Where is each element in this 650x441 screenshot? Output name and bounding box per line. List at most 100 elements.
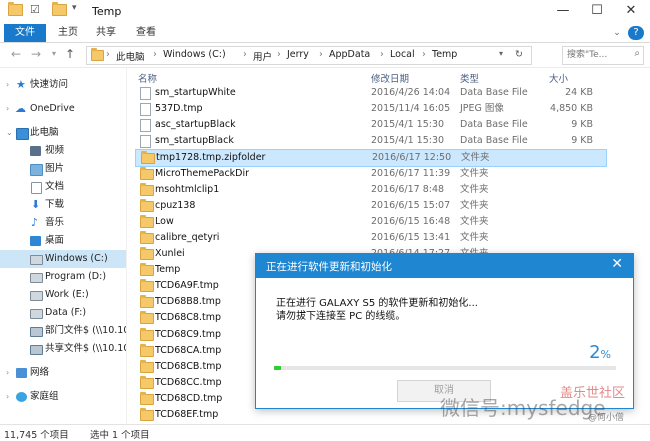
expand-ribbon-icon[interactable]: ⌄ [610,24,624,42]
sidebar-item-quick-access[interactable]: › ★ 快速访问 [0,76,126,94]
sidebar-item-music[interactable]: ♪ 音乐 [0,214,126,232]
forward-arrow-icon[interactable]: → [28,46,44,62]
close-icon[interactable]: ✕ [611,256,623,272]
new-folder-icon[interactable] [52,2,67,17]
file-type: 文件夹 [461,152,490,164]
file-type: 文件夹 [460,167,489,179]
refresh-icon[interactable]: ↻ [515,49,523,60]
customize-qat-icon[interactable]: ▾ [72,3,85,16]
minimize-icon[interactable]: — [546,0,580,22]
network-drive-icon [30,345,43,355]
sidebar-item-work-e[interactable]: Work (E:) [0,286,126,304]
column-header-name[interactable]: 名称 [138,71,157,85]
file-row[interactable]: asc_startupBlack 2015/4/1 15:30 Data Base … [135,117,605,133]
chevron-right-icon[interactable]: › [6,76,9,94]
breadcrumb-this-pc[interactable]: 此电脑 [116,49,145,63]
file-date: 2016/6/17 12:50 [372,152,452,164]
file-row[interactable]: calibre_qetyri 2016/6/15 13:41 文件夹 [135,230,605,246]
sidebar-item-data-f[interactable]: Data (F:) [0,304,126,322]
search-box[interactable]: ⌕ [562,46,644,65]
tab-share[interactable]: 共享 [92,24,120,42]
file-name: TCD68CA.tmp [155,344,222,356]
sidebar-item-homegroup[interactable]: › 家庭组 [0,388,126,406]
sidebar-item-label: 家庭组 [30,391,59,402]
close-icon[interactable]: ✕ [614,0,648,22]
sidebar-item-videos[interactable]: 视频 [0,142,126,160]
music-icon: ♪ [31,216,39,229]
file-row[interactable]: MicroThemePackDir 2016/6/17 11:39 文件夹 [135,166,605,182]
search-icon[interactable]: ⌕ [634,48,640,59]
chevron-right-icon[interactable]: › [6,100,9,118]
file-row[interactable]: sm_startupBlack 2015/4/1 15:30 Data Base F… [135,133,605,149]
tab-view[interactable]: 查看 [132,24,160,42]
back-arrow-icon[interactable]: ← [8,46,24,62]
file-name: TCD68CC.tmp [155,376,222,388]
sidebar-item-label: 图片 [45,163,65,174]
recent-locations-icon[interactable]: ▾ [46,46,62,62]
file-date: 2016/6/15 15:07 [371,199,451,211]
chevron-right-icon[interactable]: › [6,388,9,406]
sidebar-item-downloads[interactable]: ⬇ 下载 [0,196,126,214]
progress-percent-sign: % [600,348,611,361]
tab-home[interactable]: 主页 [54,24,82,42]
sidebar-item-label: Data (F:) [45,307,87,318]
chevron-right-icon[interactable]: › [6,364,9,382]
drive-icon [30,291,43,301]
file-row[interactable]: Low 2016/6/15 16:48 文件夹 [135,214,605,230]
column-header-date[interactable]: 修改日期 [371,71,409,85]
sidebar-item-documents[interactable]: 文档 [0,178,126,196]
sidebar-item-network[interactable]: › 网络 [0,364,126,382]
sidebar-item-label: 快速访问 [30,79,69,90]
file-name: TCD6A9F.tmp [155,280,219,292]
sidebar-item-label: 文档 [45,181,65,192]
file-size: 4,850 KB [550,103,593,115]
cancel-button[interactable]: 取消 [397,380,491,402]
breadcrumb-temp[interactable]: Temp [432,49,457,60]
breadcrumb-separator-icon: › [277,49,281,60]
sidebar-item-program-d[interactable]: Program (D:) [0,268,126,286]
sidebar-item-desktop[interactable]: 桌面 [0,232,126,250]
file-row[interactable]: TCD68EF.tmp [135,407,605,423]
sidebar-item-windows-c[interactable]: Windows (C:) [0,250,126,268]
sidebar-item-label: 此电脑 [30,127,59,138]
search-input[interactable] [563,47,629,62]
sidebar-item-label: 视频 [45,145,65,156]
up-arrow-icon[interactable]: ↑ [62,46,78,62]
file-name: TCD68C9.tmp [155,328,221,340]
documents-icon [31,182,42,194]
progress-bar-fill [274,366,281,370]
properties-check-icon[interactable]: ☑ [30,3,43,16]
file-row[interactable]: msohtmlclip1 2016/6/17 8:48 文件夹 [135,182,605,198]
chevron-down-icon[interactable]: ⌄ [6,124,13,142]
sidebar-item-onedrive[interactable]: › ☁ OneDrive [0,100,126,118]
address-dropdown-icon[interactable]: ▾ [499,49,503,58]
breadcrumb-jerry[interactable]: Jerry [287,49,309,60]
file-name: TCD68EF.tmp [155,409,219,420]
file-size: 24 KB [565,87,593,98]
breadcrumb-separator-icon: › [153,49,157,60]
tab-file[interactable]: 文件 [4,24,46,42]
column-header-type[interactable]: 类型 [460,71,479,85]
file-row[interactable]: 537D.tmp 2015/11/4 16:05 JPEG 图像 4,850 KB [135,101,605,117]
sidebar-item-shared-share[interactable]: 共享文件$ (\\10.10 [0,340,126,358]
sidebar-item-label: 共享文件$ (\\10.10 [45,343,127,354]
breadcrumb-windows-c[interactable]: Windows (C:) [163,49,226,60]
help-icon[interactable]: ? [628,26,644,40]
breadcrumb-appdata[interactable]: AppData [329,49,370,60]
sidebar-item-pictures[interactable]: 图片 [0,160,126,178]
video-icon [30,146,41,156]
status-bar: 11,745 个项目 选中 1 个项目 [0,424,650,441]
title-bar: ☑ ▾ Temp — ☐ ✕ [0,0,650,25]
breadcrumb-users[interactable]: 用户 [253,49,272,63]
file-row[interactable]: sm_startupWhite 2016/4/26 14:04 Data Base … [135,85,605,101]
column-header-size[interactable]: 大小 [549,71,568,85]
progress-bar [274,366,616,370]
breadcrumb-local[interactable]: Local [390,49,415,60]
sidebar-item-dept-share[interactable]: 部门文件$ (\\10.10 [0,322,126,340]
maximize-icon[interactable]: ☐ [580,0,614,22]
address-bar[interactable]: › 此电脑 › Windows (C:) › 用户 › Jerry › AppD… [86,46,532,65]
file-name: Low [155,215,174,227]
star-icon: ★ [16,78,26,91]
file-row[interactable]: cpuz138 2016/6/15 15:07 文件夹 [135,198,605,214]
sidebar-item-this-pc[interactable]: ⌄ 此电脑 [0,124,126,142]
